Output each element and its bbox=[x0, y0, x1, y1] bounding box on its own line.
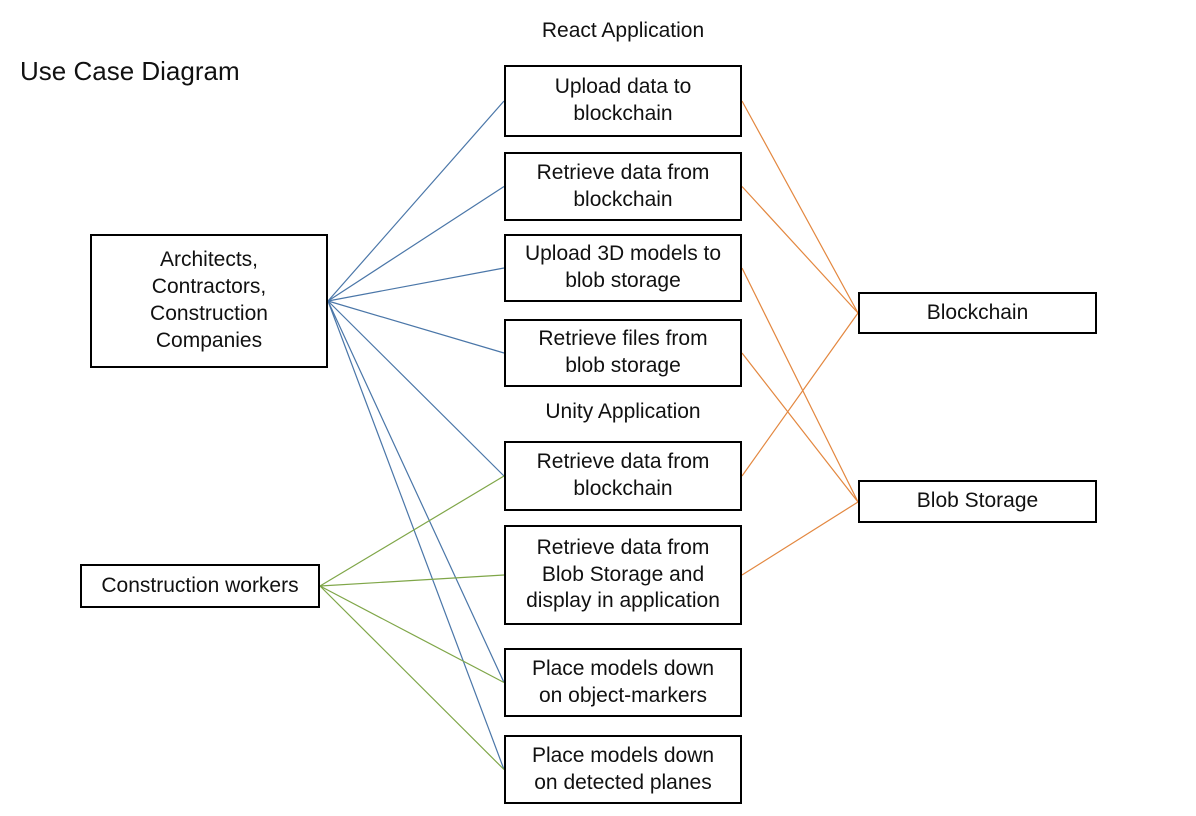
node-label: Construction workers bbox=[101, 573, 299, 597]
node-label: Retrieve data from Blob Storage and disp… bbox=[526, 535, 720, 613]
use-case-diagram-canvas: Use Case Diagram Architects, Contractors… bbox=[0, 0, 1196, 816]
node-label: Place models down on detected planes bbox=[531, 743, 715, 794]
connection-actor-architects-to-uc-react-retrieve-files bbox=[327, 300, 505, 354]
connection-actor-architects-to-uc-unity-place-markers bbox=[327, 300, 505, 683]
node-label: Place models down on object-markers bbox=[531, 656, 715, 707]
connection-uc-react-retrieve-data-to-svc-blockchain bbox=[741, 186, 859, 314]
use-case-uc-unity-retrieve-data[interactable]: Retrieve data from blockchain bbox=[504, 441, 742, 511]
use-case-uc-unity-place-markers[interactable]: Place models down on object-markers bbox=[504, 648, 742, 717]
node-label: Blockchain bbox=[926, 300, 1029, 324]
service-svc-blob-storage[interactable]: Blob Storage bbox=[858, 480, 1097, 523]
connection-actor-construction-workers-to-uc-unity-place-planes bbox=[319, 585, 505, 770]
use-case-uc-react-upload-models[interactable]: Upload 3D models to blob storage bbox=[504, 234, 742, 302]
page-title: Use Case Diagram bbox=[20, 56, 240, 86]
connection-uc-react-upload-models-to-svc-blob-storage bbox=[741, 267, 859, 503]
node-label: Upload data to blockchain bbox=[554, 75, 692, 125]
node-label: Architects, Contractors, Construction Co… bbox=[150, 248, 268, 352]
actor-actor-construction-workers[interactable]: Construction workers bbox=[80, 564, 320, 608]
node-label: Retrieve data from blockchain bbox=[536, 160, 710, 211]
node-label: Blob Storage bbox=[916, 489, 1039, 513]
actor-actor-architects[interactable]: Architects, Contractors, Construction Co… bbox=[90, 234, 328, 368]
service-svc-blockchain[interactable]: Blockchain bbox=[858, 292, 1097, 334]
connection-actor-construction-workers-to-uc-unity-retrieve-blob bbox=[319, 574, 505, 587]
use-case-uc-unity-retrieve-blob[interactable]: Retrieve data from Blob Storage and disp… bbox=[504, 525, 742, 625]
connection-uc-react-upload-data-to-svc-blockchain bbox=[741, 100, 859, 314]
connection-actor-architects-to-uc-react-upload-data bbox=[327, 100, 505, 302]
node-label: Retrieve files from blob storage bbox=[538, 327, 708, 377]
connection-actor-architects-to-uc-react-upload-models bbox=[327, 267, 505, 302]
connection-actor-architects-to-uc-unity-retrieve-data bbox=[327, 300, 505, 477]
group-label-unity-application: Unity Application bbox=[545, 400, 701, 423]
connection-uc-react-retrieve-files-to-svc-blob-storage bbox=[741, 352, 859, 503]
use-case-uc-react-retrieve-data[interactable]: Retrieve data from blockchain bbox=[504, 152, 742, 221]
node-label: Retrieve data from blockchain bbox=[536, 450, 710, 500]
connection-actor-construction-workers-to-uc-unity-retrieve-data bbox=[319, 475, 505, 587]
node-label: Upload 3D models to blob storage bbox=[524, 242, 722, 292]
use-case-uc-react-upload-data[interactable]: Upload data to blockchain bbox=[504, 65, 742, 137]
connection-uc-unity-retrieve-data-to-svc-blockchain bbox=[741, 312, 859, 477]
use-case-uc-react-retrieve-files[interactable]: Retrieve files from blob storage bbox=[504, 319, 742, 387]
connection-uc-unity-retrieve-blob-to-svc-blob-storage bbox=[741, 501, 859, 576]
connection-actor-architects-to-uc-unity-place-planes bbox=[327, 300, 505, 770]
group-label-react-application: React Application bbox=[541, 19, 705, 42]
use-case-uc-unity-place-planes[interactable]: Place models down on detected planes bbox=[504, 735, 742, 804]
connection-actor-construction-workers-to-uc-unity-place-markers bbox=[319, 585, 505, 684]
connection-actor-architects-to-uc-react-retrieve-data bbox=[327, 185, 505, 302]
